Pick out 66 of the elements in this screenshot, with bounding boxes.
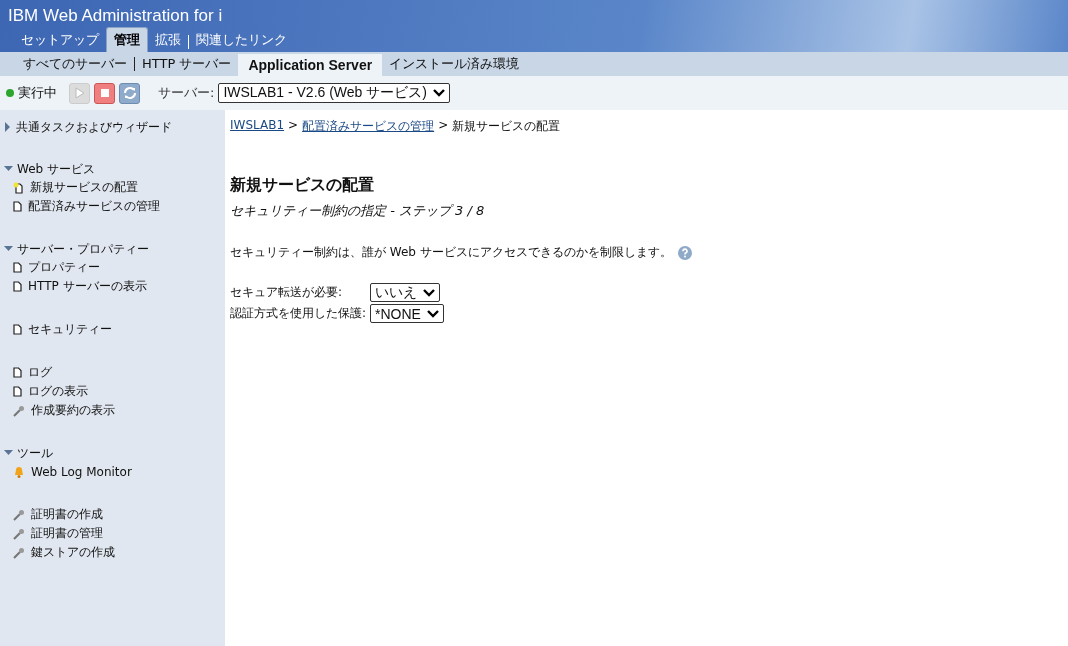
refresh-icon: [122, 86, 137, 100]
chevron-down-icon: [432, 89, 445, 97]
document-icon: [13, 281, 22, 292]
server-tab[interactable]: HTTP サーバー: [135, 52, 239, 76]
nav-tab[interactable]: 管理: [106, 27, 148, 52]
sidebar-link[interactable]: 作成要約の表示: [31, 402, 115, 419]
breadcrumb-separator: >: [288, 118, 299, 134]
document-icon: [13, 262, 22, 273]
sidebar-link[interactable]: セキュリティー: [28, 321, 112, 338]
sidebar-link[interactable]: プロパティー: [28, 259, 100, 276]
document-icon: [13, 367, 22, 378]
document-icon: [13, 201, 22, 212]
field-label: 認証方式を使用した保護:: [230, 305, 367, 322]
sidebar-link[interactable]: 証明書の管理: [31, 525, 103, 542]
triangle-down-icon: [4, 165, 13, 173]
help-icon[interactable]: [677, 245, 692, 260]
bell-icon: [13, 465, 25, 478]
sidebar-link[interactable]: 証明書の作成: [31, 506, 103, 523]
triangle-right-icon: [4, 122, 12, 132]
chevron-down-icon: [423, 288, 436, 297]
server-tab[interactable]: Application Server: [238, 54, 383, 76]
wrench-icon: [13, 508, 25, 521]
play-icon: [74, 87, 85, 99]
wrench-icon: [13, 527, 25, 540]
breadcrumb-separator: >: [438, 118, 449, 134]
stop-button[interactable]: [94, 82, 115, 104]
server-select[interactable]: IWSLAB1 - V2.6 (Web サービス): [218, 83, 450, 103]
server-tab[interactable]: すべてのサーバー: [16, 52, 134, 76]
dropdown-field[interactable]: いいえ: [370, 283, 441, 302]
sidebar-link[interactable]: HTTP サーバーの表示: [28, 278, 147, 295]
description-text: セキュリティー制約は、誰が Web サービスにアクセスできるのかを制限します。: [230, 244, 672, 261]
server-tab[interactable]: インストール済み環境: [382, 52, 527, 76]
sidebar-link[interactable]: 鍵ストアの作成: [31, 544, 115, 561]
stop-icon: [99, 88, 110, 98]
breadcrumb-current: 新規サービスの配置: [452, 118, 561, 135]
sidebar-link[interactable]: 新規サービスの配置: [30, 179, 138, 196]
sidebar-link[interactable]: ログ: [28, 364, 52, 381]
app-title: IBM Web Administration for i: [7, 5, 224, 27]
dropdown-field[interactable]: *NONE: [370, 304, 444, 323]
chevron-down-icon: [426, 309, 439, 318]
wrench-icon: [13, 404, 25, 417]
sidebar-section[interactable]: Web サービス: [0, 160, 225, 178]
page-subtitle: セキュリティー制約の指定 - ステップ 3 / 8: [230, 202, 486, 220]
new-document-icon: [13, 181, 24, 194]
sidebar-link[interactable]: 配置済みサービスの管理: [28, 198, 160, 215]
triangle-down-icon: [4, 449, 13, 457]
sidebar-link[interactable]: ログの表示: [28, 383, 88, 400]
page-title: 新規サービスの配置: [230, 175, 375, 196]
refresh-button[interactable]: [119, 82, 140, 104]
sidebar-section[interactable]: サーバー・プロパティー: [0, 240, 225, 258]
document-icon: [13, 386, 22, 397]
breadcrumb-link[interactable]: 配置済みサービスの管理: [302, 118, 435, 135]
document-icon: [13, 324, 22, 335]
sidebar-section[interactable]: ツール: [0, 444, 225, 462]
field-label: セキュア転送が必要:: [230, 284, 344, 301]
triangle-down-icon: [4, 245, 13, 253]
breadcrumb-link[interactable]: IWSLAB1: [230, 118, 285, 135]
nav-tab[interactable]: セットアップ: [14, 28, 106, 52]
status-text: 実行中: [18, 84, 57, 102]
server-label: サーバー:: [158, 84, 215, 102]
nav-tab[interactable]: 関連したリンク: [189, 28, 294, 52]
wrench-icon: [13, 546, 25, 559]
status-dot-icon: [6, 89, 14, 97]
nav-tab[interactable]: 拡張: [148, 28, 188, 52]
sidebar-section[interactable]: 共通タスクおよびウィザード: [0, 118, 225, 136]
sidebar-link[interactable]: Web Log Monitor: [31, 464, 132, 479]
